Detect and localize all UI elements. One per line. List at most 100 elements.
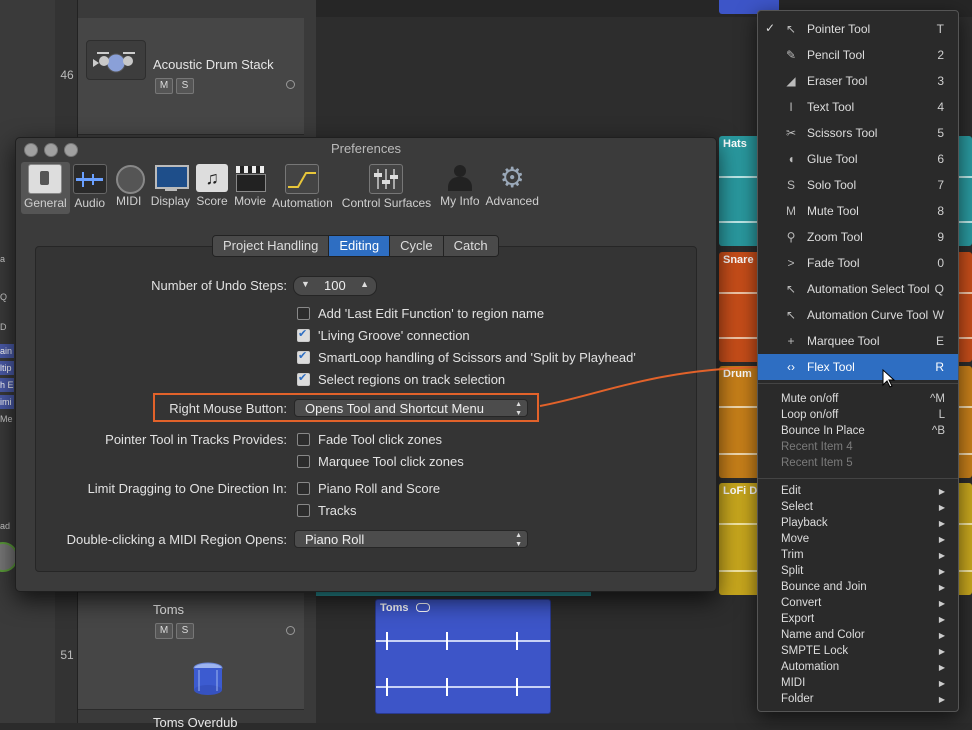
region-label: Toms [380, 602, 409, 614]
record-enable-dot[interactable] [286, 626, 295, 635]
menu-item-eraser-tool[interactable]: ◢ Eraser Tool 3 [758, 68, 958, 94]
track-header[interactable] [78, 18, 304, 135]
menu-item-flex-tool[interactable]: ‹› Flex Tool R [758, 354, 958, 380]
checkbox[interactable] [297, 327, 310, 342]
checkbox-smartloop[interactable]: SmartLoop handling of Scissors and 'Spli… [297, 349, 636, 365]
checkbox[interactable] [297, 504, 310, 517]
menu-item-text-tool[interactable]: I Text Tool 4 [758, 94, 958, 120]
checkbox-tracks[interactable]: Tracks [297, 503, 357, 518]
menu-item-loop-on-off[interactable]: Loop on/off L [758, 408, 958, 424]
toolbar-automation[interactable]: Automation [269, 162, 336, 214]
toolbar-movie[interactable]: Movie [231, 162, 269, 214]
solo-button[interactable]: S [176, 623, 194, 639]
inspector-label: D [0, 320, 14, 334]
menu-item-shortcut: 8 [937, 204, 944, 218]
inspector-label[interactable]: Me [0, 412, 14, 426]
menu-item-bounce-in-place[interactable]: Bounce In Place ^B [758, 424, 958, 440]
toolbar-score[interactable]: ♫ Score [193, 162, 231, 214]
double-click-popup[interactable]: Piano Roll ▲ ▼ [294, 530, 528, 548]
submenu-bounce-and-join[interactable]: Bounce and Join ▶ [758, 580, 958, 596]
checkbox-living-groove[interactable]: 'Living Groove' connection [297, 327, 470, 343]
decrement-icon[interactable]: ▼ [301, 279, 310, 289]
menu-item-label: SMPTE Lock [781, 645, 849, 657]
menu-item-automation-curve-tool[interactable]: ↖ Automation Curve Tool W [758, 302, 958, 328]
toolbar-display[interactable]: Display [148, 162, 193, 214]
mouse-cursor-icon [882, 369, 896, 388]
menu-item-fade-tool[interactable]: > Fade Tool 0 [758, 250, 958, 276]
submenu-split[interactable]: Split ▶ [758, 564, 958, 580]
menu-item-shortcut: ^B [931, 425, 945, 437]
submenu-folder[interactable]: Folder ▶ [758, 692, 958, 708]
submenu-edit[interactable]: Edit ▶ [758, 484, 958, 500]
menu-item-marquee-tool[interactable]: + Marquee Tool E [758, 328, 958, 354]
menu-item-solo-tool[interactable]: S Solo Tool 7 [758, 172, 958, 198]
toolbar-advanced[interactable]: ⚙ Advanced [483, 162, 542, 214]
right-mouse-popup[interactable]: Opens Tool and Shortcut Menu ▲ ▼ [294, 399, 528, 417]
checkbox[interactable] [297, 349, 310, 364]
track-name[interactable]: Acoustic Drum Stack [153, 57, 274, 72]
submenu-select[interactable]: Select ▶ [758, 500, 958, 516]
checkbox[interactable] [297, 371, 310, 386]
inspector-label[interactable]: ltip [0, 361, 14, 375]
checkbox[interactable] [297, 433, 310, 446]
submenu-move[interactable]: Move ▶ [758, 532, 958, 548]
submenu-convert[interactable]: Convert ▶ [758, 596, 958, 612]
menu-item-scissors-tool[interactable]: ✂ Scissors Tool 5 [758, 120, 958, 146]
toolbar-label: Audio [74, 196, 106, 210]
track-header[interactable] [78, 593, 304, 710]
solo-button[interactable]: S [176, 78, 194, 94]
increment-icon[interactable]: ▲ [360, 279, 369, 289]
submenu-midi[interactable]: MIDI ▶ [758, 676, 958, 692]
submenu-playback[interactable]: Playback ▶ [758, 516, 958, 532]
submenu-arrow-icon: ▶ [938, 631, 945, 640]
checkbox-fade-zones[interactable]: Fade Tool click zones [297, 432, 442, 447]
mute-button[interactable]: M [155, 78, 173, 94]
menu-item-glue-tool[interactable]: ◖ Glue Tool 6 [758, 146, 958, 172]
submenu-export[interactable]: Export ▶ [758, 612, 958, 628]
mute-button[interactable]: M [155, 623, 173, 639]
menu-item-label: Zoom Tool [807, 230, 863, 244]
menu-item-label: Select [781, 501, 813, 513]
track-name[interactable]: Toms [153, 602, 184, 617]
submenu-automation[interactable]: Automation ▶ [758, 660, 958, 676]
tab-cycle[interactable]: Cycle [390, 236, 444, 256]
submenu-arrow-icon: ▶ [938, 599, 945, 608]
submenu-arrow-icon: ▶ [938, 567, 945, 576]
submenu-smpte-lock[interactable]: SMPTE Lock ▶ [758, 644, 958, 660]
tab-editing[interactable]: Editing [329, 236, 391, 256]
toolbar-midi[interactable]: MIDI [110, 162, 148, 214]
menu-item-label: Export [781, 613, 815, 625]
menu-item-mute-tool[interactable]: M Mute Tool 8 [758, 198, 958, 224]
toolbar-control-surfaces[interactable]: Control Surfaces [336, 162, 437, 214]
checkbox-piano-roll-score[interactable]: Piano Roll and Score [297, 481, 440, 496]
tab-project-handling[interactable]: Project Handling [213, 236, 330, 256]
region-label: Drum [723, 368, 752, 380]
submenu-trim[interactable]: Trim ▶ [758, 548, 958, 564]
undo-steps-stepper[interactable]: ▼ 100 ▲ [293, 276, 377, 296]
menu-item-mute-on-off[interactable]: Mute on/off ^M [758, 392, 958, 408]
toolbar-general[interactable]: General [21, 162, 70, 214]
toolbar-audio[interactable]: Audio [70, 162, 110, 214]
menu-item-pointer-tool[interactable]: ✓ ↖ Pointer Tool T [758, 16, 958, 42]
region-toms[interactable]: Toms [375, 599, 551, 714]
inspector-label[interactable]: imi [0, 395, 14, 409]
menu-item-shortcut: E [935, 334, 944, 348]
menu-item-automation-select-tool[interactable]: ↖ Automation Select Tool Q [758, 276, 958, 302]
menu-item-zoom-tool[interactable]: ⚲ Zoom Tool 9 [758, 224, 958, 250]
menu-item-label: Name and Color [781, 629, 865, 641]
record-enable-dot[interactable] [286, 80, 295, 89]
checkbox-marquee-zones[interactable]: Marquee Tool click zones [297, 454, 464, 469]
checkbox[interactable] [297, 455, 310, 468]
checkbox-select-regions[interactable]: Select regions on track selection [297, 371, 505, 387]
tab-catch[interactable]: Catch [443, 236, 498, 256]
inspector-label[interactable]: h E [0, 378, 14, 392]
checkbox-last-edit-function[interactable]: Add 'Last Edit Function' to region name [297, 306, 544, 321]
inspector-label[interactable]: ain [0, 344, 14, 358]
checkbox[interactable] [297, 307, 310, 320]
automation-curve-icon: ↖ [785, 308, 797, 322]
submenu-name-and-color[interactable]: Name and Color ▶ [758, 628, 958, 644]
checkbox[interactable] [297, 482, 310, 495]
menu-item-pencil-tool[interactable]: ✎ Pencil Tool 2 [758, 42, 958, 68]
toolbar-my-info[interactable]: My Info [437, 162, 482, 214]
window-titlebar[interactable]: Preferences [16, 138, 716, 160]
